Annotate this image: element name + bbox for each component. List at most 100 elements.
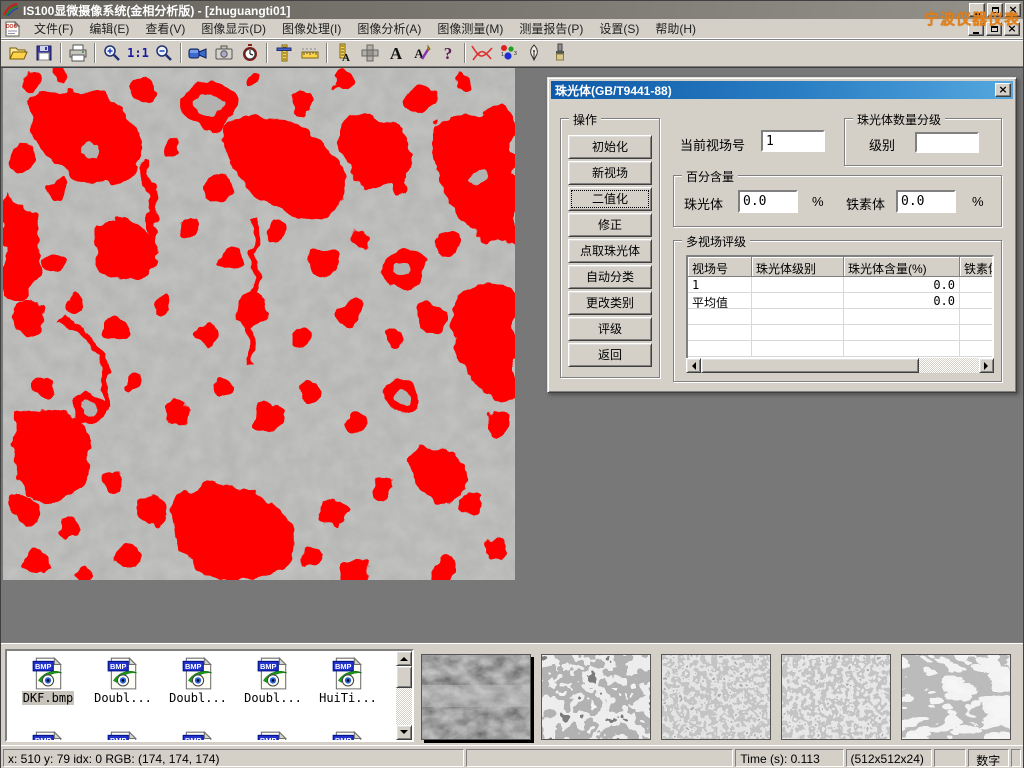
- mdi-restore-button[interactable]: [986, 22, 1002, 36]
- pen-button[interactable]: [521, 41, 547, 65]
- metallographic-image[interactable]: [3, 68, 515, 580]
- pearlite-percent-input[interactable]: [738, 190, 798, 213]
- thumbnail-4[interactable]: [781, 654, 891, 740]
- toolbar-separator: [180, 43, 182, 63]
- print-button[interactable]: [65, 41, 91, 65]
- ferrite-percent-input[interactable]: [896, 190, 956, 213]
- change-class-button[interactable]: 更改类别: [568, 291, 652, 315]
- toolbar-separator: [94, 43, 96, 63]
- pearlite-unit: %: [812, 194, 824, 209]
- thumbnail-1[interactable]: [421, 654, 531, 740]
- file-item[interactable]: Doubl...: [161, 655, 235, 705]
- file-list[interactable]: DKF.bmp Doubl... Doubl... Doubl...: [5, 649, 414, 742]
- table-row[interactable]: 1 0.0: [688, 277, 992, 293]
- mdi-close-button[interactable]: ×: [1004, 22, 1020, 36]
- file-list-scrollbar[interactable]: [396, 651, 412, 740]
- scroll-left-button[interactable]: [686, 358, 701, 373]
- calibration-curve-button[interactable]: [469, 41, 495, 65]
- file-item[interactable]: [311, 729, 385, 742]
- open-button[interactable]: [5, 41, 31, 65]
- cell-ferrite: [960, 277, 994, 292]
- close-button[interactable]: ×: [1005, 3, 1021, 17]
- menu-image-analysis[interactable]: 图像分析(A): [349, 18, 429, 39]
- bottom-panel: DKF.bmp Doubl... Doubl... Doubl...: [1, 643, 1023, 745]
- title-bar: IS100显微摄像系统(金相分析版) - [zhuguangti01] ×: [1, 1, 1023, 19]
- video-button[interactable]: [185, 41, 211, 65]
- return-button[interactable]: 返回: [568, 343, 652, 367]
- correct-button[interactable]: 修正: [568, 213, 652, 237]
- ruler-button[interactable]: [297, 41, 323, 65]
- bmp-file-icon: [33, 658, 62, 689]
- file-item[interactable]: [86, 729, 160, 742]
- arrow-up-icon: [400, 653, 408, 661]
- cursor-position-readout: x: 510 y: 79 idx: 0 RGB: (174, 174, 174): [3, 749, 464, 767]
- scrollbar-thumb[interactable]: [701, 358, 919, 373]
- file-item[interactable]: DKF.bmp: [11, 655, 85, 705]
- init-button[interactable]: 初始化: [568, 135, 652, 159]
- rate-button[interactable]: 评级: [568, 317, 652, 341]
- menu-view[interactable]: 查看(V): [137, 18, 193, 39]
- grid-button[interactable]: [357, 41, 383, 65]
- dialog-close-button[interactable]: ×: [995, 83, 1011, 97]
- menu-help[interactable]: 帮助(H): [647, 18, 704, 39]
- scroll-right-button[interactable]: [979, 358, 994, 373]
- mdi-minimize-button[interactable]: [968, 22, 984, 36]
- image-dimensions: (512x512x24): [846, 749, 933, 767]
- annotate-button[interactable]: A: [409, 41, 435, 65]
- thumbnail-5[interactable]: [901, 654, 1011, 740]
- maximize-button[interactable]: [987, 3, 1003, 17]
- minimize-icon: [973, 32, 979, 34]
- pick-pearlite-button[interactable]: 点取珠光体: [568, 239, 652, 263]
- file-item[interactable]: Doubl...: [236, 655, 310, 705]
- file-item[interactable]: HuiTi...: [311, 655, 385, 705]
- save-button[interactable]: [31, 41, 57, 65]
- caliper-icon: [274, 43, 294, 63]
- menu-image-display[interactable]: 图像显示(D): [193, 18, 274, 39]
- capture-button[interactable]: [211, 41, 237, 65]
- menu-edit[interactable]: 编辑(E): [81, 18, 137, 39]
- file-item[interactable]: [161, 729, 235, 742]
- table-row[interactable]: 平均值 0.0: [688, 293, 992, 309]
- zoom-in-button[interactable]: [99, 41, 125, 65]
- timer-button[interactable]: [237, 41, 263, 65]
- dialog-title-bar[interactable]: 珠光体(GB/T9441-88) ×: [551, 81, 1013, 99]
- arrow-left-icon: [688, 362, 696, 370]
- capture-icon: [214, 43, 234, 63]
- restore-icon: [991, 26, 998, 32]
- file-item[interactable]: Doubl...: [86, 655, 160, 705]
- current-field-input[interactable]: [761, 130, 825, 152]
- brush-button[interactable]: [547, 41, 573, 65]
- multi-field-table[interactable]: 视场号 珠光体级别 珠光体含量(%) 铁素体含量(%) 1 0.0 平均值: [686, 255, 994, 361]
- level-input[interactable]: [915, 132, 979, 153]
- workspace: 珠光体(GB/T9441-88) × 操作 初始化 新视场 二值化 修正 点取珠…: [1, 67, 1023, 745]
- thumbnail-2[interactable]: [541, 654, 651, 740]
- file-item[interactable]: [236, 729, 310, 742]
- scroll-up-button[interactable]: [396, 651, 412, 666]
- zoom-out-button[interactable]: [151, 41, 177, 65]
- minimize-button[interactable]: [969, 3, 985, 17]
- menu-report[interactable]: 测量报告(P): [511, 18, 591, 39]
- text-button[interactable]: A: [383, 41, 409, 65]
- measure-text-button[interactable]: A: [331, 41, 357, 65]
- caliper-button[interactable]: [271, 41, 297, 65]
- menu-file[interactable]: 文件(F): [26, 18, 81, 39]
- actual-size-button[interactable]: 1:1: [125, 41, 151, 65]
- markers-button[interactable]: 13: [495, 41, 521, 65]
- markers-icon: 13: [498, 43, 518, 63]
- new-field-button[interactable]: 新视场: [568, 161, 652, 185]
- binarize-button[interactable]: 二值化: [568, 187, 652, 211]
- svg-text:A: A: [342, 52, 350, 63]
- auto-classify-button[interactable]: 自动分类: [568, 265, 652, 289]
- scrollbar-track[interactable]: [919, 358, 979, 373]
- scroll-down-button[interactable]: [396, 725, 412, 740]
- scrollbar-thumb[interactable]: [396, 666, 412, 688]
- file-item[interactable]: [11, 729, 85, 742]
- table-horizontal-scrollbar[interactable]: [686, 358, 994, 373]
- menu-image-measure[interactable]: 图像测量(M): [429, 18, 511, 39]
- arrow-right-icon: [984, 362, 992, 370]
- menu-image-process[interactable]: 图像处理(I): [274, 18, 349, 39]
- help-button[interactable]: ?: [435, 41, 461, 65]
- thumbnail-3[interactable]: [661, 654, 771, 740]
- table-row-empty: [688, 309, 992, 325]
- menu-settings[interactable]: 设置(S): [591, 18, 647, 39]
